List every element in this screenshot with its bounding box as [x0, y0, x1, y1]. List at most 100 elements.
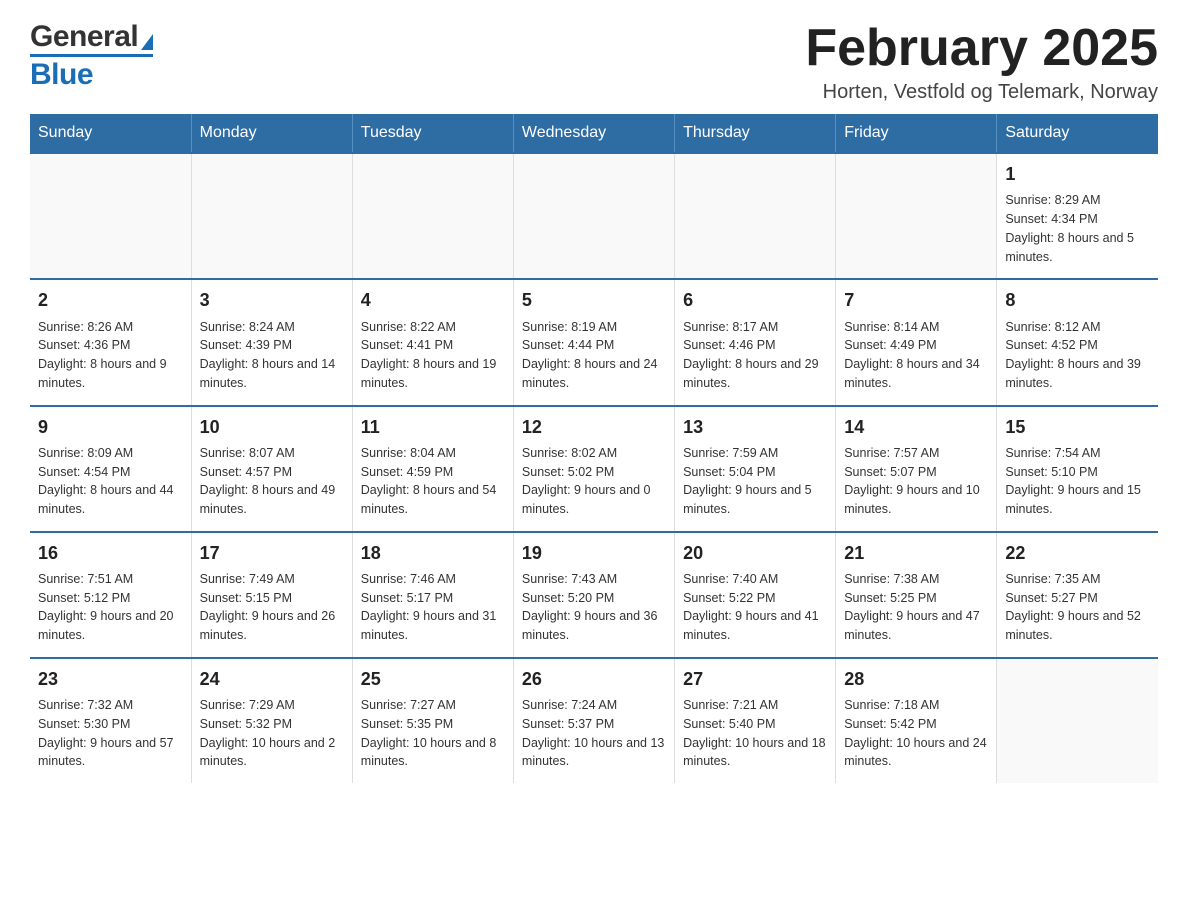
title-section: February 2025 Horten, Vestfold og Telema… — [805, 20, 1158, 104]
day-number: 11 — [361, 415, 505, 440]
calendar-day-cell: 20Sunrise: 7:40 AMSunset: 5:22 PMDayligh… — [675, 532, 836, 658]
day-info: Sunrise: 7:46 AMSunset: 5:17 PMDaylight:… — [361, 570, 505, 645]
weekday-header: Friday — [836, 114, 997, 153]
calendar-day-cell: 18 Sunrise: 7:46 AMSunset: 5:17 PMDayligh… — [352, 532, 513, 658]
day-number: 4 — [361, 288, 505, 313]
calendar-day-cell: 28 Sunrise: 7:18 AMSunset: 5:42 PMDayligh… — [836, 658, 997, 783]
day-info: Sunrise: 8:07 AMSunset: 4:57 PMDaylight:… — [200, 444, 344, 519]
day-info: Sunrise: 7:21 AMSunset: 5:40 PMDaylight:… — [683, 696, 827, 771]
day-info: Sunrise: 7:57 AMSunset: 5:07 PMDaylight:… — [844, 444, 988, 519]
calendar-table: SundayMondayTuesdayWednesdayThursdayFrid… — [30, 114, 1158, 783]
day-number: 18 — [361, 541, 505, 566]
calendar-week-row: 9 Sunrise: 8:09 AMSunset: 4:54 PMDaylight… — [30, 406, 1158, 532]
day-number: 13 — [683, 415, 827, 440]
day-info: Sunrise: 8:09 AMSunset: 4:54 PMDaylight:… — [38, 444, 183, 519]
calendar-day-cell — [352, 153, 513, 279]
day-info: Sunrise: 7:49 AMSunset: 5:15 PMDaylight:… — [200, 570, 344, 645]
calendar-day-cell: 22 Sunrise: 7:35 AMSunset: 5:27 PMDayligh… — [997, 532, 1158, 658]
calendar-day-cell: 25 Sunrise: 7:27 AMSunset: 5:35 PMDayligh… — [352, 658, 513, 783]
day-info: Sunrise: 7:43 AMSunset: 5:20 PMDaylight:… — [522, 570, 666, 645]
calendar-day-cell: 27 Sunrise: 7:21 AMSunset: 5:40 PMDayligh… — [675, 658, 836, 783]
calendar-day-cell: 16 Sunrise: 7:51 AMSunset: 5:12 PMDayligh… — [30, 532, 191, 658]
day-number: 9 — [38, 415, 183, 440]
day-info: Sunrise: 7:38 AMSunset: 5:25 PMDaylight:… — [844, 570, 988, 645]
calendar-day-cell: 15 Sunrise: 7:54 AMSunset: 5:10 PMDayligh… — [997, 406, 1158, 532]
calendar-day-cell: 3 Sunrise: 8:24 AMSunset: 4:39 PMDaylight… — [191, 279, 352, 405]
logo-blue-text: Blue — [30, 54, 153, 92]
day-info: Sunrise: 8:29 AMSunset: 4:34 PMDaylight:… — [1005, 191, 1150, 266]
day-number: 6 — [683, 288, 827, 313]
day-number: 28 — [844, 667, 988, 692]
day-info: Sunrise: 7:35 AMSunset: 5:27 PMDaylight:… — [1005, 570, 1150, 645]
day-number: 2 — [38, 288, 183, 313]
day-number: 21 — [844, 541, 988, 566]
day-number: 26 — [522, 667, 666, 692]
calendar-day-cell: 2 Sunrise: 8:26 AMSunset: 4:36 PMDaylight… — [30, 279, 191, 405]
calendar-week-row: 23 Sunrise: 7:32 AMSunset: 5:30 PMDayligh… — [30, 658, 1158, 783]
calendar-day-cell — [675, 153, 836, 279]
day-info: Sunrise: 8:04 AMSunset: 4:59 PMDaylight:… — [361, 444, 505, 519]
weekday-header: Thursday — [675, 114, 836, 153]
day-number: 22 — [1005, 541, 1150, 566]
calendar-day-cell: 14 Sunrise: 7:57 AMSunset: 5:07 PMDayligh… — [836, 406, 997, 532]
page-header: General Blue February 2025 Horten, Vestf… — [30, 20, 1158, 104]
day-number: 10 — [200, 415, 344, 440]
day-info: Sunrise: 8:02 AMSunset: 5:02 PMDaylight:… — [522, 444, 666, 519]
day-info: Sunrise: 7:54 AMSunset: 5:10 PMDaylight:… — [1005, 444, 1150, 519]
page-subtitle: Horten, Vestfold og Telemark, Norway — [805, 81, 1158, 104]
day-number: 23 — [38, 667, 183, 692]
calendar-day-cell: 21 Sunrise: 7:38 AMSunset: 5:25 PMDayligh… — [836, 532, 997, 658]
day-number: 7 — [844, 288, 988, 313]
calendar-day-cell — [997, 658, 1158, 783]
weekday-header: Wednesday — [513, 114, 674, 153]
day-number: 8 — [1005, 288, 1150, 313]
calendar-day-cell: 26Sunrise: 7:24 AMSunset: 5:37 PMDayligh… — [513, 658, 674, 783]
day-number: 17 — [200, 541, 344, 566]
day-info: Sunrise: 8:17 AMSunset: 4:46 PMDaylight:… — [683, 318, 827, 393]
day-number: 25 — [361, 667, 505, 692]
day-number: 19 — [522, 541, 666, 566]
calendar-day-cell — [513, 153, 674, 279]
calendar-day-cell: 10 Sunrise: 8:07 AMSunset: 4:57 PMDayligh… — [191, 406, 352, 532]
weekday-header: Sunday — [30, 114, 191, 153]
calendar-day-cell: 11 Sunrise: 8:04 AMSunset: 4:59 PMDayligh… — [352, 406, 513, 532]
day-info: Sunrise: 7:29 AMSunset: 5:32 PMDaylight:… — [200, 696, 344, 771]
page-title: February 2025 — [805, 20, 1158, 77]
day-number: 15 — [1005, 415, 1150, 440]
day-number: 14 — [844, 415, 988, 440]
calendar-day-cell — [836, 153, 997, 279]
calendar-week-row: 2 Sunrise: 8:26 AMSunset: 4:36 PMDaylight… — [30, 279, 1158, 405]
day-info: Sunrise: 7:40 AMSunset: 5:22 PMDaylight:… — [683, 570, 827, 645]
calendar-week-row: 16 Sunrise: 7:51 AMSunset: 5:12 PMDayligh… — [30, 532, 1158, 658]
calendar-day-cell: 8 Sunrise: 8:12 AMSunset: 4:52 PMDaylight… — [997, 279, 1158, 405]
logo: General Blue — [30, 20, 153, 92]
day-info: Sunrise: 8:24 AMSunset: 4:39 PMDaylight:… — [200, 318, 344, 393]
day-info: Sunrise: 7:51 AMSunset: 5:12 PMDaylight:… — [38, 570, 183, 645]
calendar-day-cell: 17 Sunrise: 7:49 AMSunset: 5:15 PMDayligh… — [191, 532, 352, 658]
day-info: Sunrise: 7:18 AMSunset: 5:42 PMDaylight:… — [844, 696, 988, 771]
calendar-day-cell — [30, 153, 191, 279]
day-number: 16 — [38, 541, 183, 566]
day-info: Sunrise: 7:27 AMSunset: 5:35 PMDaylight:… — [361, 696, 505, 771]
calendar-header-row: SundayMondayTuesdayWednesdayThursdayFrid… — [30, 114, 1158, 153]
calendar-day-cell: 13 Sunrise: 7:59 AMSunset: 5:04 PMDayligh… — [675, 406, 836, 532]
weekday-header: Tuesday — [352, 114, 513, 153]
calendar-week-row: 1Sunrise: 8:29 AMSunset: 4:34 PMDaylight… — [30, 153, 1158, 279]
day-info: Sunrise: 8:26 AMSunset: 4:36 PMDaylight:… — [38, 318, 183, 393]
day-info: Sunrise: 7:59 AMSunset: 5:04 PMDaylight:… — [683, 444, 827, 519]
day-number: 3 — [200, 288, 344, 313]
day-number: 5 — [522, 288, 666, 313]
calendar-day-cell: 19 Sunrise: 7:43 AMSunset: 5:20 PMDayligh… — [513, 532, 674, 658]
logo-arrow-icon — [141, 34, 153, 50]
calendar-day-cell: 4 Sunrise: 8:22 AMSunset: 4:41 PMDaylight… — [352, 279, 513, 405]
day-number: 27 — [683, 667, 827, 692]
calendar-day-cell: 5Sunrise: 8:19 AMSunset: 4:44 PMDaylight… — [513, 279, 674, 405]
calendar-day-cell: 7Sunrise: 8:14 AMSunset: 4:49 PMDaylight… — [836, 279, 997, 405]
logo-general-text: General — [30, 20, 138, 54]
day-info: Sunrise: 8:22 AMSunset: 4:41 PMDaylight:… — [361, 318, 505, 393]
day-info: Sunrise: 8:12 AMSunset: 4:52 PMDaylight:… — [1005, 318, 1150, 393]
day-number: 24 — [200, 667, 344, 692]
day-info: Sunrise: 7:32 AMSunset: 5:30 PMDaylight:… — [38, 696, 183, 771]
day-number: 12 — [522, 415, 666, 440]
weekday-header: Saturday — [997, 114, 1158, 153]
